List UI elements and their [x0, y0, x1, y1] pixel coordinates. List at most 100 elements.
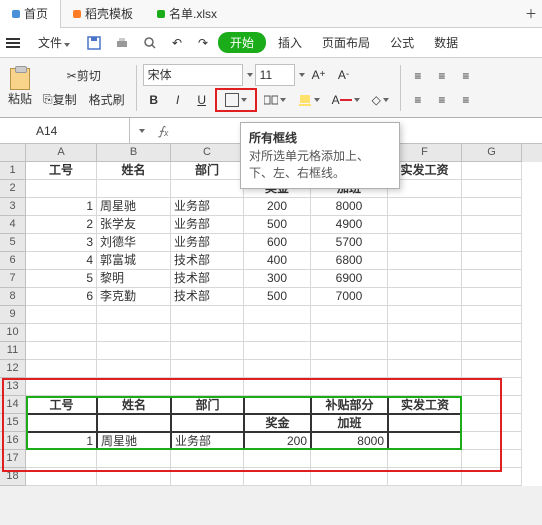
cell[interactable] — [311, 306, 388, 324]
cell[interactable] — [171, 360, 244, 378]
cell[interactable] — [462, 450, 522, 468]
copy-button[interactable]: ⎘ 复制 — [38, 89, 82, 111]
cell[interactable]: 李克勤 — [97, 288, 171, 306]
cell[interactable] — [311, 324, 388, 342]
cell[interactable]: 2 — [26, 216, 97, 234]
align-top-button[interactable]: ≡ — [407, 65, 429, 87]
menu-formula[interactable]: 公式 — [382, 32, 422, 53]
menu-icon[interactable] — [6, 38, 20, 48]
align-bottom-button[interactable]: ≡ — [455, 65, 477, 87]
cell[interactable] — [388, 360, 462, 378]
cell[interactable] — [171, 306, 244, 324]
cell[interactable] — [388, 414, 462, 432]
cell[interactable] — [244, 468, 311, 486]
cell[interactable] — [26, 450, 97, 468]
row-header[interactable]: 9 — [0, 306, 26, 324]
row-header[interactable]: 3 — [0, 198, 26, 216]
cell[interactable] — [388, 324, 462, 342]
cell[interactable] — [26, 324, 97, 342]
cell[interactable] — [244, 324, 311, 342]
cell[interactable] — [462, 288, 522, 306]
cell[interactable] — [171, 450, 244, 468]
name-box[interactable]: A14 — [0, 118, 130, 143]
row-header[interactable]: 16 — [0, 432, 26, 450]
cell[interactable] — [244, 396, 311, 414]
cell[interactable] — [97, 468, 171, 486]
cell[interactable] — [26, 414, 97, 432]
namebox-dropdown[interactable] — [130, 120, 152, 142]
cell[interactable]: 5 — [26, 270, 97, 288]
cell[interactable] — [97, 342, 171, 360]
cell[interactable] — [97, 360, 171, 378]
cell[interactable] — [388, 306, 462, 324]
align-left-button[interactable]: ≡ — [407, 89, 429, 111]
cell[interactable]: 业务部 — [171, 198, 244, 216]
cell[interactable]: 周星驰 — [97, 432, 171, 450]
cell[interactable] — [26, 342, 97, 360]
cell[interactable]: 业务部 — [171, 234, 244, 252]
qat-preview[interactable] — [138, 32, 162, 54]
cell[interactable] — [388, 450, 462, 468]
cell[interactable] — [388, 378, 462, 396]
cell[interactable] — [462, 216, 522, 234]
cell[interactable] — [97, 306, 171, 324]
cell[interactable] — [244, 306, 311, 324]
cell[interactable] — [244, 378, 311, 396]
tab-add-button[interactable]: ＋ — [520, 3, 542, 25]
cell[interactable] — [244, 360, 311, 378]
chevron-down-icon[interactable] — [299, 73, 305, 77]
cell[interactable] — [244, 450, 311, 468]
cell[interactable] — [388, 468, 462, 486]
cell[interactable] — [388, 252, 462, 270]
format-painter-button[interactable]: 格式刷 — [84, 89, 130, 111]
menu-data[interactable]: 数据 — [426, 32, 466, 53]
cut-button[interactable]: ✂ 剪切 — [38, 65, 130, 87]
cell[interactable] — [311, 468, 388, 486]
cell[interactable]: 8000 — [311, 198, 388, 216]
row-header[interactable]: 6 — [0, 252, 26, 270]
menu-start[interactable]: 开始 — [218, 32, 266, 53]
cell[interactable] — [462, 378, 522, 396]
fill-color-button[interactable] — [293, 89, 325, 111]
fx-icon[interactable]: ⨍ₓ — [152, 124, 175, 138]
cell[interactable]: 4900 — [311, 216, 388, 234]
cell[interactable] — [388, 216, 462, 234]
cell[interactable] — [26, 360, 97, 378]
align-right-button[interactable]: ≡ — [455, 89, 477, 111]
cell[interactable] — [171, 414, 244, 432]
cell[interactable]: 实发工资 — [388, 396, 462, 414]
cell[interactable] — [97, 450, 171, 468]
cell[interactable] — [26, 306, 97, 324]
cell[interactable]: 业务部 — [171, 216, 244, 234]
underline-button[interactable]: U — [191, 89, 213, 111]
cell[interactable]: 姓名 — [97, 162, 171, 180]
file-menu[interactable]: 文件 — [30, 32, 78, 53]
qat-save[interactable] — [82, 32, 106, 54]
menu-layout[interactable]: 页面布局 — [314, 32, 378, 53]
merge-button[interactable] — [259, 89, 291, 111]
cell[interactable] — [97, 378, 171, 396]
align-middle-button[interactable]: ≡ — [431, 65, 453, 87]
cell[interactable] — [388, 288, 462, 306]
row-header[interactable]: 5 — [0, 234, 26, 252]
bold-button[interactable]: B — [143, 89, 165, 111]
cell[interactable]: 6800 — [311, 252, 388, 270]
row-header[interactable]: 12 — [0, 360, 26, 378]
cell[interactable] — [388, 198, 462, 216]
row-header[interactable]: 7 — [0, 270, 26, 288]
row-header[interactable]: 18 — [0, 468, 26, 486]
clear-format-button[interactable]: ◇ — [367, 89, 394, 111]
cell[interactable] — [97, 324, 171, 342]
cell[interactable]: 300 — [244, 270, 311, 288]
cell[interactable] — [462, 342, 522, 360]
cell[interactable]: 1 — [26, 432, 97, 450]
row-header[interactable]: 1 — [0, 162, 26, 180]
cell[interactable]: 400 — [244, 252, 311, 270]
increase-font-button[interactable]: A+ — [307, 64, 331, 86]
row-header[interactable]: 2 — [0, 180, 26, 198]
cell[interactable]: 奖金 — [244, 414, 311, 432]
cell[interactable] — [97, 180, 171, 198]
col-header[interactable]: B — [97, 144, 171, 162]
cell[interactable]: 技术部 — [171, 252, 244, 270]
cell[interactable]: 刘德华 — [97, 234, 171, 252]
